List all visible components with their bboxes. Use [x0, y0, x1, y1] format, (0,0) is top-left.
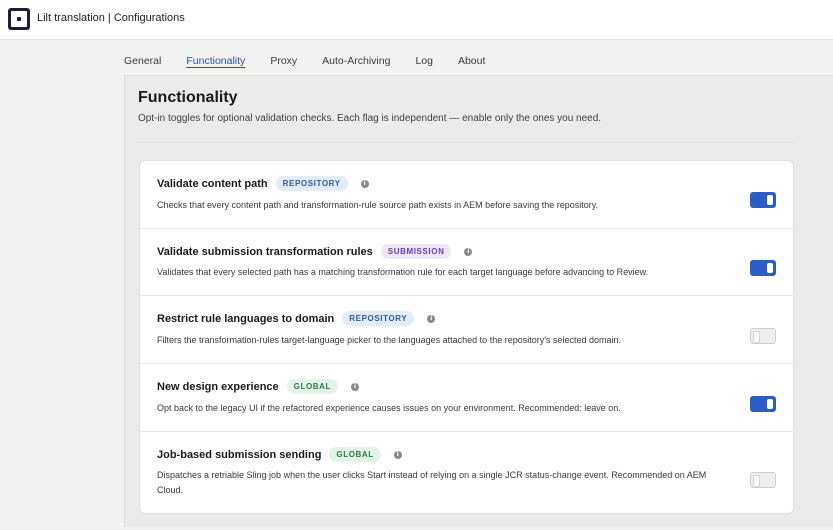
scope-badge: REPOSITORY [275, 176, 348, 191]
tab-about[interactable]: About [458, 53, 485, 75]
setting-title: Restrict rule languages to domain [157, 312, 335, 325]
scope-badge: SUBMISSION [380, 244, 452, 259]
setting-description: Opt back to the legacy UI if the refacto… [157, 403, 621, 413]
tab-functionality[interactable]: Functionality [186, 53, 245, 75]
info-icon[interactable]: i [351, 382, 360, 391]
setting-row-restrict-rule-languages: Restrict rule languages to domain REPOSI… [140, 296, 793, 364]
page-description: Opt-in toggles for optional validation c… [138, 113, 602, 124]
scope-badge: GLOBAL [329, 447, 381, 462]
setting-row-validate-content-path: Validate content path REPOSITORY i Check… [140, 161, 793, 229]
setting-row-job-based-submission: Job-based submission sending GLOBAL i Di… [140, 432, 793, 513]
app-title: Lilt translation | Configurations [37, 12, 185, 24]
tab-general[interactable]: General [124, 53, 161, 75]
setting-header: Validate submission transformation rules… [157, 244, 473, 259]
tab-log[interactable]: Log [415, 53, 433, 75]
scope-badge: REPOSITORY [342, 311, 415, 326]
functionality-panel: Functionality Opt-in toggles for optiona… [124, 75, 833, 527]
tab-bar: General Functionality Proxy Auto-Archivi… [124, 53, 510, 75]
info-icon[interactable]: i [393, 450, 402, 459]
new-design-experience-toggle[interactable] [750, 396, 776, 412]
setting-header: Job-based submission sending GLOBAL i [157, 447, 402, 462]
validate-submission-rules-toggle[interactable] [750, 260, 776, 276]
info-icon[interactable]: i [464, 247, 473, 256]
setting-header: Restrict rule languages to domain REPOSI… [157, 311, 436, 326]
settings-card: Validate content path REPOSITORY i Check… [139, 160, 794, 514]
setting-title: Validate content path [157, 177, 268, 190]
setting-description: Dispatches a retriable Sling job when th… [157, 470, 707, 495]
setting-header: New design experience GLOBAL i [157, 379, 360, 394]
setting-row-validate-submission-rules: Validate submission transformation rules… [140, 229, 793, 296]
validate-content-path-toggle[interactable] [750, 192, 776, 208]
setting-title: New design experience [157, 380, 279, 393]
job-based-submission-toggle[interactable] [750, 472, 776, 488]
info-icon[interactable]: i [360, 179, 369, 188]
restrict-rule-languages-toggle[interactable] [750, 328, 776, 344]
setting-row-new-design-experience: New design experience GLOBAL i Opt back … [140, 364, 793, 432]
setting-title: Job-based submission sending [157, 448, 322, 461]
setting-header: Validate content path REPOSITORY i [157, 176, 369, 191]
setting-title: Validate submission transformation rules [157, 245, 373, 258]
tab-auto-archiving[interactable]: Auto-Archiving [322, 53, 390, 75]
setting-description: Filters the transformation-rules target-… [157, 335, 621, 345]
setting-description: Validates that every selected path has a… [157, 267, 649, 277]
page-title: Functionality [138, 89, 238, 106]
lilt-logo-icon [8, 8, 30, 30]
info-icon[interactable]: i [427, 314, 436, 323]
setting-description: Checks that every content path and trans… [157, 200, 599, 210]
top-bar: Lilt translation | Configurations [0, 0, 833, 40]
divider [138, 142, 793, 143]
tab-proxy[interactable]: Proxy [270, 53, 297, 75]
scope-badge: GLOBAL [286, 379, 339, 394]
